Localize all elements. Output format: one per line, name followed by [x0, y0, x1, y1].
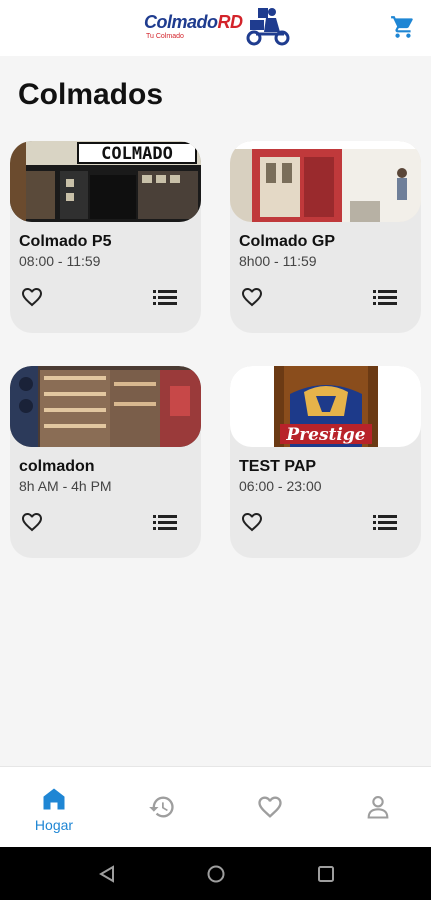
system-navigation-bar — [0, 847, 431, 900]
logo-tagline: Tu Colmado — [146, 33, 184, 40]
history-icon — [149, 796, 174, 818]
delivery-scooter-icon — [246, 8, 290, 46]
colmado-name: Colmado P5 — [19, 233, 112, 250]
logo-wordmark: ColmadoRD — [144, 12, 243, 33]
colmado-photo — [10, 366, 201, 447]
nav-item-favorites[interactable] — [216, 767, 324, 848]
beer-label-text: Prestige — [285, 425, 365, 445]
recents-icon[interactable] — [316, 864, 336, 884]
colmado-card[interactable]: Colmado GP 8h00 - 11:59 — [230, 141, 421, 333]
home-button-icon[interactable] — [206, 864, 226, 884]
colmado-hours: 08:00 - 11:59 — [19, 253, 101, 269]
nav-item-history[interactable] — [108, 767, 216, 848]
nav-item-profile[interactable] — [324, 767, 431, 848]
favorite-heart-icon[interactable] — [239, 285, 265, 309]
heart-icon — [258, 796, 282, 818]
colmado-hours: 06:00 - 23:00 — [239, 478, 322, 494]
colmado-card[interactable]: colmadon 8h AM - 4h PM — [10, 366, 201, 558]
favorite-heart-icon[interactable] — [19, 285, 45, 309]
colmadord-logo: ColmadoRD Tu Colmado — [144, 6, 294, 48]
cart-icon[interactable] — [390, 14, 416, 40]
colmado-photo: COLMADO — [10, 141, 201, 222]
colmado-name: Colmado GP — [239, 233, 336, 250]
colmado-card[interactable]: COLMADO Colmado P5 08:00 - 11:59 — [10, 141, 201, 333]
list-menu-icon[interactable] — [153, 513, 177, 531]
nav-label-home: Hogar — [34, 817, 74, 833]
list-menu-icon[interactable] — [153, 288, 177, 306]
colmado-name: TEST PAP — [239, 458, 317, 475]
colmado-photo: Prestige — [230, 366, 421, 447]
person-icon — [367, 796, 389, 819]
colmado-hours: 8h00 - 11:59 — [239, 253, 317, 269]
list-menu-icon[interactable] — [373, 288, 397, 306]
home-icon — [43, 788, 65, 810]
logo-brand-a: Colmado — [144, 12, 218, 32]
colmado-name: colmadon — [19, 458, 95, 475]
store-sign-text: COLMADO — [101, 144, 173, 164]
favorite-heart-icon[interactable] — [19, 510, 45, 534]
colmado-hours: 8h AM - 4h PM — [19, 478, 112, 494]
nav-item-home[interactable]: Hogar — [0, 767, 108, 848]
bottom-navigation: Hogar — [0, 766, 431, 847]
list-menu-icon[interactable] — [373, 513, 397, 531]
colmado-photo — [230, 141, 421, 222]
colmado-card[interactable]: Prestige TEST PAP 06:00 - 23:00 — [230, 366, 421, 558]
app-header: ColmadoRD Tu Colmado — [0, 0, 431, 56]
back-icon[interactable] — [97, 864, 117, 884]
logo-brand-b: RD — [217, 12, 244, 32]
favorite-heart-icon[interactable] — [239, 510, 265, 534]
app-root: ColmadoRD Tu Colmado Colmados COLMADO Co… — [0, 0, 431, 900]
page-title: Colmados — [18, 78, 164, 111]
